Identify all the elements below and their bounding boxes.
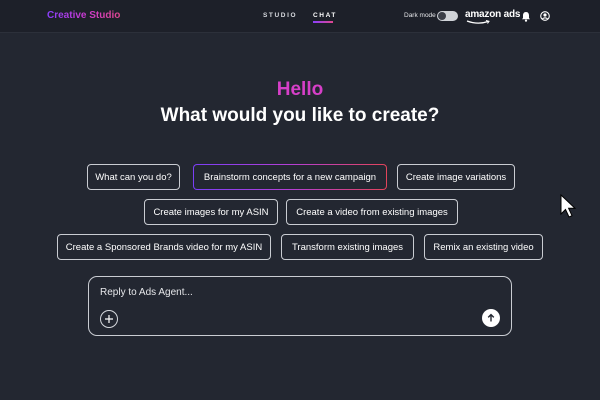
dark-mode-toggle[interactable]: [437, 11, 458, 21]
amazon-ads-logo: amazon ads: [465, 9, 521, 20]
bell-icon[interactable]: [521, 11, 531, 22]
suggestion-create-video-from-images[interactable]: Create a video from existing images: [286, 199, 458, 225]
tab-studio[interactable]: STUDIO: [263, 12, 297, 19]
tab-chat[interactable]: CHAT: [313, 12, 337, 19]
dark-mode-label: Dark mode: [404, 12, 436, 19]
toggle-knob: [438, 12, 446, 20]
send-button[interactable]: [482, 309, 500, 327]
page-title: What would you like to create?: [160, 105, 440, 126]
plus-glyph: [105, 315, 113, 323]
composer-input[interactable]: Reply to Ads Agent...: [100, 287, 193, 298]
user-icon[interactable]: [540, 11, 550, 21]
suggestion-create-images-asin[interactable]: Create images for my ASIN: [144, 199, 278, 225]
arrow-up-icon: [487, 313, 495, 322]
plus-icon[interactable]: [100, 310, 118, 328]
suggestion-create-image-variations[interactable]: Create image variations: [397, 164, 515, 190]
amazon-smile-icon: [466, 20, 490, 24]
active-tab-indicator: [313, 21, 333, 23]
suggestion-remix-video[interactable]: Remix an existing video: [424, 234, 543, 260]
top-bar: Creative Studio STUDIO CHAT Dark mode am…: [0, 0, 600, 33]
mouse-cursor-icon: [560, 194, 577, 218]
brand-logo[interactable]: Creative Studio: [47, 10, 120, 21]
suggestion-what-can-you-do[interactable]: What can you do?: [87, 164, 180, 190]
greeting: Hello: [276, 79, 324, 100]
message-composer[interactable]: Reply to Ads Agent...: [88, 276, 512, 336]
suggestion-transform-images[interactable]: Transform existing images: [281, 234, 414, 260]
suggestion-brainstorm-concepts[interactable]: Brainstorm concepts for a new campaign: [193, 164, 387, 190]
suggestion-sponsored-brands-video[interactable]: Create a Sponsored Brands video for my A…: [57, 234, 271, 260]
